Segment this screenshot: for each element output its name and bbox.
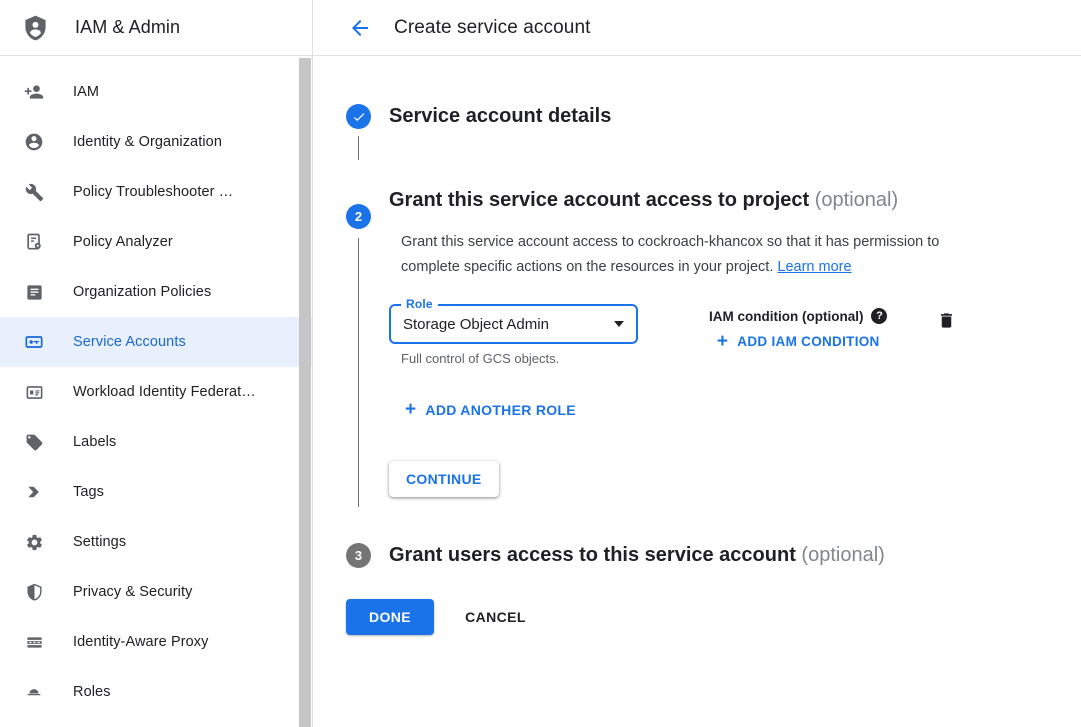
page-header: Create service account bbox=[313, 0, 1081, 56]
sidebar-item-policy-analyzer[interactable]: Policy Analyzer bbox=[0, 217, 312, 267]
step-service-account-details: Service account details bbox=[346, 100, 1041, 160]
main-panel: Create service account Service account d… bbox=[313, 0, 1081, 727]
sidebar-item-label: Policy Troubleshooter … bbox=[73, 184, 233, 200]
sidebar-item-label: Workload Identity Federat… bbox=[73, 384, 256, 400]
sidebar-scrollbar[interactable] bbox=[299, 58, 311, 727]
id-card-icon bbox=[24, 382, 44, 402]
sidebar-item-workload-identity-federation[interactable]: Workload Identity Federat… bbox=[0, 367, 312, 417]
sidebar-item-label: Tags bbox=[73, 484, 104, 500]
arrow-back-icon bbox=[348, 16, 372, 40]
sidebar-item-label: Organization Policies bbox=[73, 284, 211, 300]
step3-title: Grant users access to this service accou… bbox=[389, 539, 1041, 571]
sidebar-item-identity-aware-proxy[interactable]: Identity-Aware Proxy bbox=[0, 617, 312, 667]
description-text: Grant this service account access to coc… bbox=[401, 234, 939, 275]
step2-title: Grant this service account access to pro… bbox=[389, 184, 929, 216]
check-icon bbox=[352, 110, 366, 124]
sidebar-item-labels[interactable]: Labels bbox=[0, 417, 312, 467]
sidebar-title: IAM & Admin bbox=[75, 17, 180, 38]
step3-optional-label: (optional) bbox=[801, 544, 884, 566]
continue-button[interactable]: CONTINUE bbox=[389, 461, 499, 497]
policy-analyzer-icon bbox=[24, 232, 44, 252]
gear-icon bbox=[24, 532, 44, 552]
label-tag-icon bbox=[24, 432, 44, 452]
back-button[interactable] bbox=[348, 16, 372, 40]
done-button[interactable]: DONE bbox=[346, 599, 434, 635]
step3-number-indicator: 3 bbox=[346, 543, 371, 568]
sidebar-item-roles[interactable]: Roles bbox=[0, 667, 312, 717]
role-field-value: Storage Object Admin bbox=[403, 316, 606, 333]
page-title: Create service account bbox=[394, 17, 591, 39]
sidebar-item-label: Identity-Aware Proxy bbox=[73, 634, 209, 650]
iam-admin-app: IAM & Admin IAM Identity & Organization bbox=[0, 0, 1081, 727]
add-iam-condition-label: ADD IAM CONDITION bbox=[737, 334, 879, 349]
step1-title: Service account details bbox=[389, 100, 1041, 132]
sidebar-item-label: Service Accounts bbox=[73, 334, 186, 350]
stepper-content: Service account details 2 Grant this ser… bbox=[313, 56, 1081, 635]
iam-shield-logo-icon bbox=[22, 13, 49, 43]
shield-icon bbox=[24, 582, 44, 602]
sidebar-item-tags[interactable]: Tags bbox=[0, 467, 312, 517]
step-grant-access-to-project: 2 Grant this service account access to p… bbox=[346, 184, 1041, 519]
hat-icon bbox=[24, 682, 44, 702]
service-account-key-icon bbox=[24, 332, 44, 352]
add-another-role-button[interactable]: + ADD ANOTHER ROLE bbox=[405, 400, 576, 419]
proxy-grid-icon bbox=[24, 632, 44, 652]
form-actions: DONE CANCEL bbox=[346, 599, 1041, 635]
role-field-label: Role bbox=[401, 297, 438, 311]
sidebar-item-label: Privacy & Security bbox=[73, 584, 192, 600]
sidebar-item-service-accounts[interactable]: Service Accounts bbox=[0, 317, 312, 367]
role-select[interactable]: Role Storage Object Admin bbox=[389, 304, 638, 344]
wrench-icon bbox=[24, 182, 44, 202]
sidebar-item-label: Labels bbox=[73, 434, 116, 450]
iam-condition-block: IAM condition (optional) ? + ADD IAM CON… bbox=[709, 304, 887, 351]
grant-access-description: Grant this service account access to coc… bbox=[401, 230, 989, 280]
sidebar: IAM & Admin IAM Identity & Organization bbox=[0, 0, 313, 727]
role-row: Role Storage Object Admin Full control o… bbox=[389, 304, 1041, 366]
sidebar-nav: IAM Identity & Organization Policy Troub… bbox=[0, 56, 312, 717]
delete-role-button[interactable] bbox=[935, 304, 958, 334]
sidebar-item-label: Identity & Organization bbox=[73, 134, 222, 150]
person-add-icon bbox=[24, 82, 44, 102]
step-connector bbox=[358, 136, 360, 160]
step2-number-indicator: 2 bbox=[346, 204, 371, 229]
learn-more-link[interactable]: Learn more bbox=[777, 259, 851, 275]
step2-optional-label: (optional) bbox=[815, 189, 898, 211]
sidebar-item-iam[interactable]: IAM bbox=[0, 67, 312, 117]
step2-title-text: Grant this service account access to pro… bbox=[389, 189, 809, 211]
sidebar-item-label: Roles bbox=[73, 684, 111, 700]
step-connector bbox=[358, 238, 360, 507]
sidebar-item-privacy-security[interactable]: Privacy & Security bbox=[0, 567, 312, 617]
sidebar-header: IAM & Admin bbox=[0, 0, 312, 56]
help-icon[interactable]: ? bbox=[871, 308, 887, 324]
sidebar-item-label: IAM bbox=[73, 84, 99, 100]
step3-title-text: Grant users access to this service accou… bbox=[389, 544, 796, 566]
cancel-button[interactable]: CANCEL bbox=[465, 609, 526, 625]
add-iam-condition-button[interactable]: + ADD IAM CONDITION bbox=[717, 332, 880, 351]
plus-icon: + bbox=[717, 332, 728, 351]
add-another-role-label: ADD ANOTHER ROLE bbox=[425, 402, 576, 418]
sidebar-item-identity-organization[interactable]: Identity & Organization bbox=[0, 117, 312, 167]
role-helper-text: Full control of GCS objects. bbox=[401, 351, 638, 366]
step1-complete-indicator bbox=[346, 104, 371, 129]
tag-arrow-icon bbox=[24, 482, 44, 502]
dropdown-caret-icon bbox=[614, 321, 624, 327]
sidebar-item-organization-policies[interactable]: Organization Policies bbox=[0, 267, 312, 317]
document-lines-icon bbox=[24, 282, 44, 302]
sidebar-item-label: Policy Analyzer bbox=[73, 234, 173, 250]
trash-icon bbox=[937, 310, 956, 331]
step-grant-users-access: 3 Grant users access to this service acc… bbox=[346, 539, 1041, 571]
account-circle-icon bbox=[24, 132, 44, 152]
sidebar-item-policy-troubleshooter[interactable]: Policy Troubleshooter … bbox=[0, 167, 312, 217]
sidebar-item-label: Settings bbox=[73, 534, 126, 550]
plus-icon: + bbox=[405, 400, 416, 419]
iam-condition-label: IAM condition (optional) bbox=[709, 309, 863, 324]
sidebar-item-settings[interactable]: Settings bbox=[0, 517, 312, 567]
